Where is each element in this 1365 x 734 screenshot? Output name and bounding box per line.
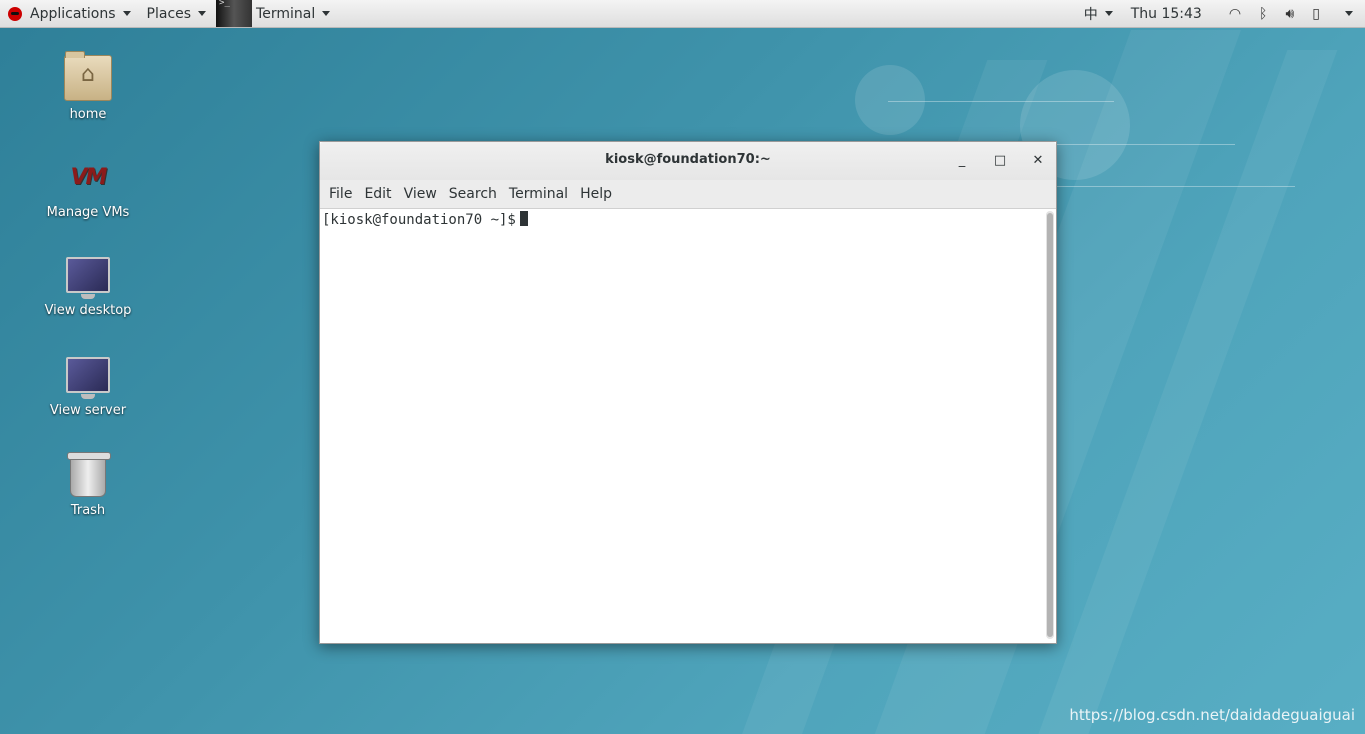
desktop-icon-label: View desktop: [44, 303, 132, 318]
scrollbar-thumb[interactable]: [1047, 213, 1053, 637]
trash-icon: [67, 452, 111, 497]
system-menu[interactable]: [1338, 11, 1353, 16]
terminal-output[interactable]: [kiosk@foundation70 ~]$: [320, 209, 1042, 641]
maximize-button[interactable]: □: [990, 151, 1010, 171]
terminal-app-menu[interactable]: Terminal: [214, 0, 338, 27]
top-panel: Applications Places Terminal 中 Thu 15:43…: [0, 0, 1365, 28]
wallpaper-line: [1055, 144, 1235, 145]
chevron-down-icon: [1345, 11, 1353, 16]
text-cursor: [519, 211, 528, 226]
menu-view[interactable]: View: [398, 186, 443, 202]
shell-prompt: [kiosk@foundation70 ~]$: [322, 212, 516, 228]
desktop-icon-home[interactable]: home: [28, 51, 148, 122]
window-titlebar[interactable]: kiosk@foundation70:~ _ □ ✕: [320, 142, 1056, 180]
desktop-icon-label: View server: [49, 403, 127, 418]
menu-search[interactable]: Search: [443, 186, 503, 202]
menu-help[interactable]: Help: [574, 186, 618, 202]
minimize-button[interactable]: _: [952, 151, 972, 171]
window-title: kiosk@foundation70:~: [605, 152, 771, 167]
applications-menu[interactable]: Applications: [0, 0, 139, 27]
wallpaper-line: [888, 101, 1114, 102]
prompt-line: [kiosk@foundation70 ~]$: [320, 209, 1042, 228]
terminal-app-label: Terminal: [256, 5, 316, 22]
desktop-icon-manage-vms[interactable]: VM Manage VMs: [28, 155, 148, 221]
terminal-icon: [216, 0, 253, 27]
input-method-menu[interactable]: 中: [1084, 4, 1113, 24]
watermark: https://blog.csdn.net/daidadeguaiguai: [1069, 706, 1355, 724]
clock[interactable]: Thu 15:43: [1131, 6, 1202, 22]
chevron-down-icon: [198, 11, 207, 16]
close-button[interactable]: ✕: [1028, 151, 1048, 171]
terminal-scrollbar[interactable]: [1046, 211, 1054, 639]
wallpaper-line: [1055, 186, 1295, 187]
system-tray: 中 Thu 15:43 ◠ ᛒ 🔊︎ ▯: [1075, 0, 1365, 27]
desktop-icon-view-server[interactable]: View server: [28, 355, 148, 418]
volume-icon[interactable]: 🔊︎: [1285, 6, 1294, 22]
terminal-menubar: File Edit View Search Terminal Help: [320, 180, 1056, 209]
wallpaper-glow: [855, 65, 925, 135]
desktop-icon-label: home: [69, 107, 107, 122]
desktop-icon-view-desktop[interactable]: View desktop: [28, 255, 148, 318]
home-folder-icon: [64, 51, 112, 101]
monitor-icon: [66, 257, 110, 299]
clock-label: Thu 15:43: [1130, 5, 1202, 22]
wifi-icon[interactable]: ◠: [1229, 6, 1241, 22]
places-menu[interactable]: Places: [139, 0, 215, 27]
menu-terminal[interactable]: Terminal: [503, 186, 574, 202]
battery-icon[interactable]: ▯: [1312, 6, 1320, 22]
desktop-icon-label: Manage VMs: [46, 205, 130, 220]
redhat-logo-icon: [8, 6, 22, 21]
chevron-down-icon: [1104, 11, 1113, 16]
places-label: Places: [146, 5, 192, 22]
terminal-window[interactable]: kiosk@foundation70:~ _ □ ✕ File Edit Vie…: [319, 141, 1057, 644]
desktop-icon-trash[interactable]: Trash: [28, 452, 148, 518]
menu-edit[interactable]: Edit: [358, 186, 397, 202]
menu-file[interactable]: File: [323, 186, 358, 202]
vm-manager-icon: VM: [70, 164, 108, 190]
input-method-label: 中: [1083, 6, 1098, 23]
monitor-icon: [66, 357, 110, 399]
chevron-down-icon: [322, 11, 331, 16]
applications-label: Applications: [30, 5, 116, 22]
chevron-down-icon: [122, 11, 131, 16]
bluetooth-icon[interactable]: ᛒ: [1259, 6, 1267, 22]
desktop-icon-label: Trash: [70, 503, 106, 518]
